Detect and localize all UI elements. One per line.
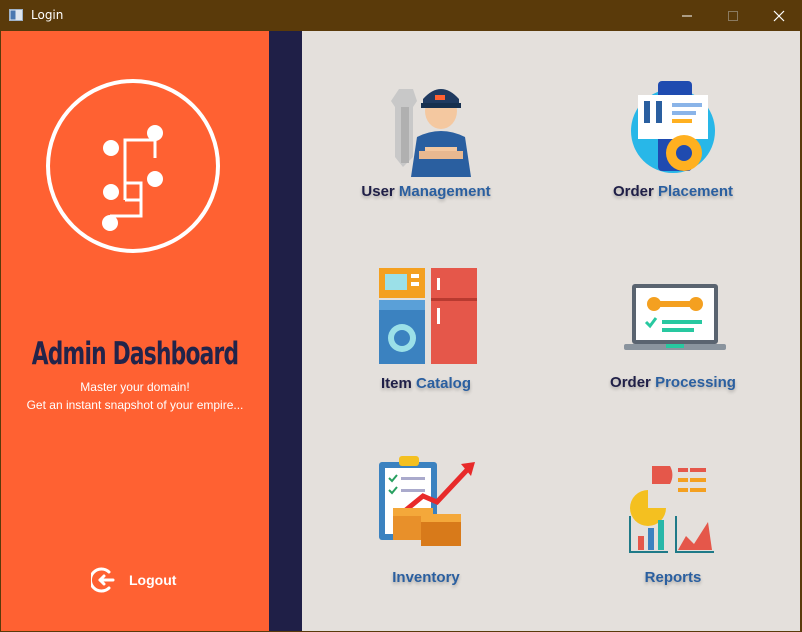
tile-order-processing[interactable]: Order Processing (563, 268, 783, 418)
sidebar-accent-strip (269, 31, 302, 631)
tile-reports[interactable]: Reports (563, 456, 783, 606)
minimize-icon (682, 15, 692, 16)
clipboard-boxes-icon (371, 456, 481, 566)
minimize-button[interactable] (664, 0, 710, 31)
tile-label-reports: Reports (644, 569, 702, 586)
title-bar[interactable]: Login (0, 0, 802, 31)
maximize-icon (728, 10, 738, 21)
tagline-line-2: Get an instant snapshot of your empire..… (26, 398, 244, 412)
dashboard-title: Admin Dashboard (31, 336, 239, 372)
tile-item-catalog[interactable]: Item Catalog (316, 268, 536, 418)
tile-user-management[interactable]: User Management (316, 81, 536, 231)
dashboard-grid: User Management Order Placement Item Cat… (302, 31, 800, 631)
brand-logo (45, 78, 221, 254)
app-window-icon (9, 9, 23, 21)
mechanic-worker-icon (371, 81, 481, 191)
tile-label-order-placement: Order Placement (612, 183, 734, 200)
close-button[interactable] (756, 0, 802, 31)
logout-button[interactable]: Logout (91, 566, 176, 594)
tile-label-inventory: Inventory (392, 569, 460, 586)
tile-label-user-management: User Management (361, 183, 491, 200)
tile-label-order-processing: Order Processing (610, 374, 736, 391)
logout-label: Logout (129, 572, 177, 588)
tile-order-placement[interactable]: Order Placement (563, 81, 783, 231)
close-icon (773, 10, 785, 21)
phone-tools-gear-icon (618, 81, 728, 191)
maximize-button[interactable] (710, 0, 756, 31)
appliances-icon (371, 268, 481, 378)
sidebar: Admin Dashboard Master your domain! Get … (1, 31, 269, 631)
charts-report-icon (618, 456, 728, 566)
tile-inventory[interactable]: Inventory (316, 456, 536, 606)
app-window: Login Admin Dashboard Master your domain… (0, 0, 802, 632)
tile-label-item-catalog: Item Catalog (380, 375, 472, 392)
laptop-wrench-icon (618, 268, 728, 378)
circuit-s-logo-icon (46, 79, 220, 253)
window-title: Login (31, 8, 64, 22)
tagline-line-1: Master your domain! (80, 380, 190, 394)
logout-icon (91, 567, 115, 593)
